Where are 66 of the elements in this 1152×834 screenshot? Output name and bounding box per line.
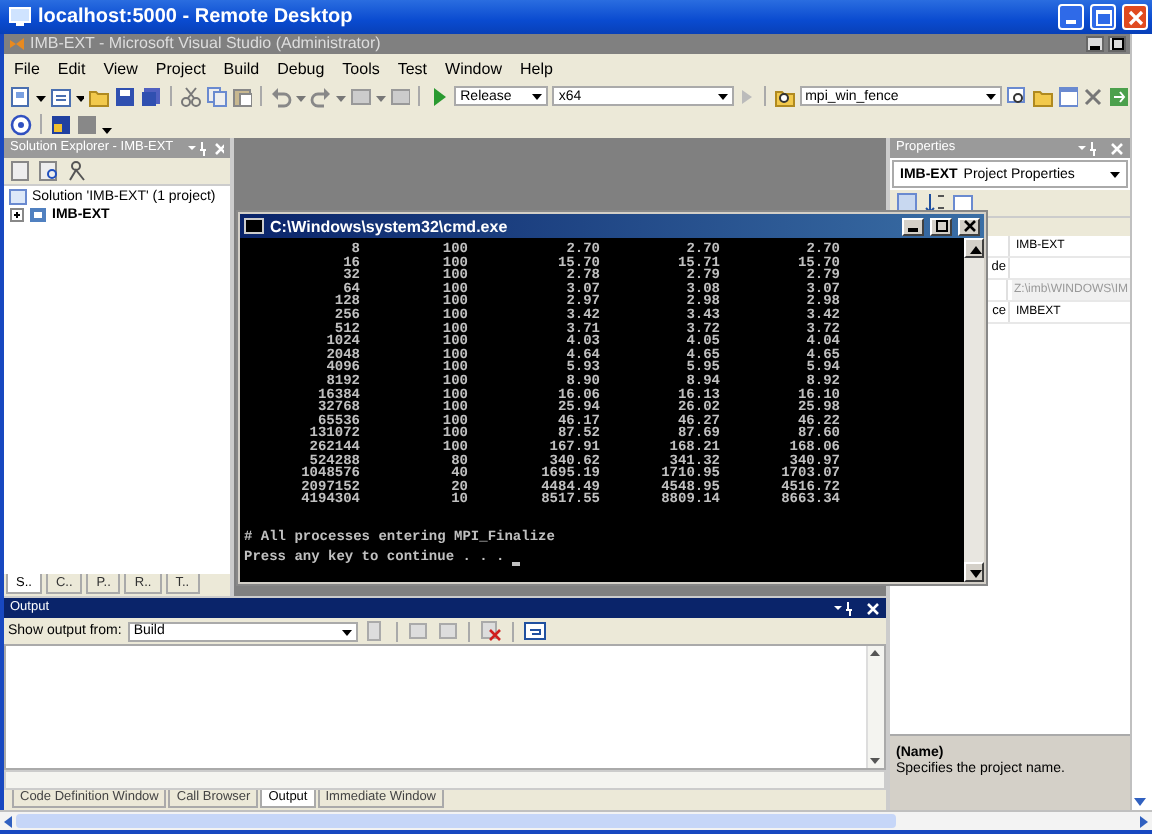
dropdown-arrow-icon xyxy=(1110,166,1120,182)
class-diagram-icon[interactable] xyxy=(66,160,88,182)
menu-item[interactable]: Help xyxy=(519,59,553,77)
minimize-button[interactable] xyxy=(1086,36,1104,52)
copy-icon[interactable] xyxy=(205,85,228,107)
new-project-icon[interactable] xyxy=(10,85,32,107)
horizontal-scrollbar[interactable] xyxy=(4,770,886,790)
window-title: IMB-EXT - Microsoft Visual Studio (Administrator) xyxy=(30,34,381,54)
close-icon xyxy=(963,220,975,232)
close-icon[interactable] xyxy=(866,601,880,615)
close-button[interactable] xyxy=(958,217,980,235)
expand-toggle[interactable] xyxy=(10,208,24,222)
undo-icon[interactable] xyxy=(270,85,293,107)
scroll-up-icon[interactable] xyxy=(868,646,882,660)
window-icon[interactable] xyxy=(1057,85,1079,107)
window-title: C:\Windows\system32\cmd.exe xyxy=(270,217,508,235)
text-cursor xyxy=(512,561,521,566)
solution-icon xyxy=(8,188,28,206)
minimize-icon xyxy=(1066,20,1076,24)
menu-item[interactable]: Test xyxy=(397,59,428,77)
menu-item[interactable]: Tools xyxy=(342,59,380,77)
find-icon[interactable] xyxy=(1005,85,1028,107)
menu-item[interactable]: Build xyxy=(223,59,260,77)
maximize-icon xyxy=(935,220,947,232)
vertical-scrollbar[interactable] xyxy=(866,646,884,768)
refresh-icon[interactable] xyxy=(38,160,60,182)
clear-all-icon[interactable] xyxy=(479,620,502,642)
play-icon[interactable] xyxy=(428,85,451,107)
restore-icon xyxy=(1111,38,1123,50)
add-item-icon[interactable] xyxy=(49,85,72,107)
redo-icon[interactable] xyxy=(310,85,332,107)
alphabetical-icon[interactable] xyxy=(924,192,946,214)
word-wrap-icon[interactable] xyxy=(523,620,546,642)
close-icon xyxy=(1127,9,1143,25)
cut-icon[interactable] xyxy=(179,85,202,107)
save-icon[interactable] xyxy=(114,85,137,107)
menu-item[interactable]: Project xyxy=(155,59,206,77)
window-title: localhost:5000 - Remote Desktop xyxy=(38,6,353,28)
menu-item[interactable]: Window xyxy=(445,59,502,77)
menu-item[interactable]: View xyxy=(103,59,138,77)
monitor-icon[interactable] xyxy=(50,113,72,135)
help-icon[interactable] xyxy=(10,113,32,135)
horizontal-scrollbar[interactable] xyxy=(0,810,1152,834)
scroll-left-icon[interactable] xyxy=(0,813,16,829)
dropdown-arrow-icon xyxy=(532,88,543,104)
exit-arrow-icon[interactable] xyxy=(1108,85,1131,107)
restore-button[interactable] xyxy=(1108,36,1126,52)
dropdown-arrow-icon xyxy=(717,88,728,104)
maximize-button[interactable] xyxy=(930,217,952,235)
dropdown-arrow-icon xyxy=(985,88,996,104)
properties-icon[interactable] xyxy=(10,160,32,182)
console-icon xyxy=(244,218,264,234)
save-all-icon[interactable] xyxy=(140,85,162,107)
menu-item[interactable]: Edit xyxy=(57,59,86,77)
maximize-icon xyxy=(1095,9,1111,25)
vertical-scrollbar[interactable] xyxy=(964,238,984,582)
paste-icon[interactable] xyxy=(231,85,253,107)
scroll-up-icon[interactable] xyxy=(964,238,984,258)
menu-item[interactable]: File xyxy=(14,59,40,77)
vertical-scrollbar[interactable] xyxy=(1130,34,1152,810)
scroll-down-icon[interactable] xyxy=(964,562,984,582)
menu-item[interactable]: Debug xyxy=(277,59,325,77)
tools-icon[interactable] xyxy=(1082,85,1105,107)
find-in-files-icon[interactable] xyxy=(773,85,796,107)
project-icon xyxy=(28,206,48,224)
monitor-icon xyxy=(8,6,32,28)
